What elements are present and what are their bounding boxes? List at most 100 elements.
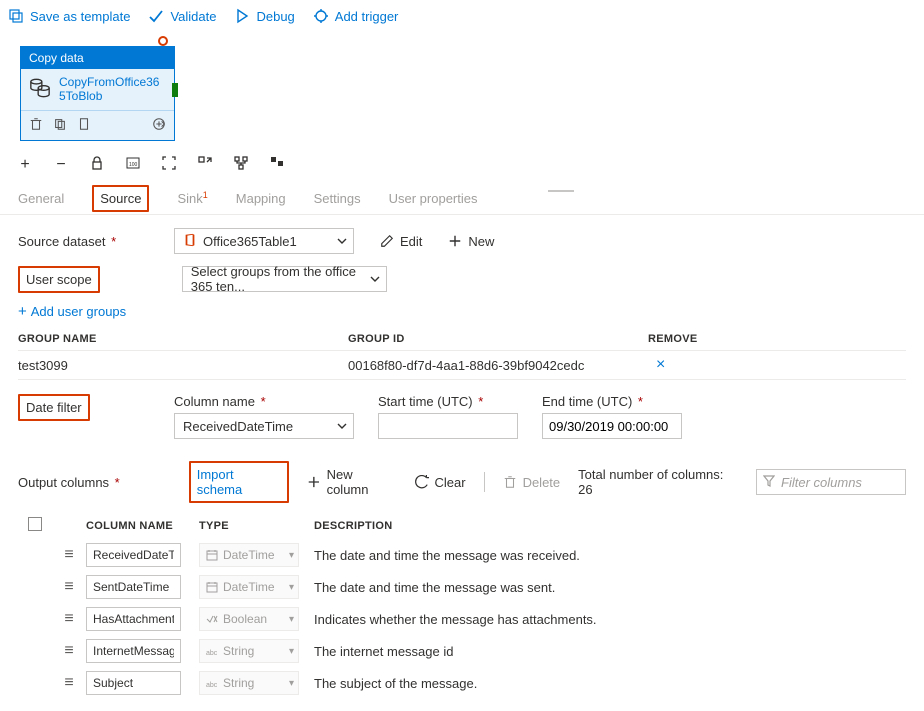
lock-icon[interactable] bbox=[88, 155, 106, 176]
activity-name-label: CopyFromOffice365ToBlob bbox=[59, 75, 166, 104]
panel-resize-handle[interactable] bbox=[548, 190, 574, 192]
group-id-header: Group ID bbox=[348, 333, 648, 345]
validation-error-indicator bbox=[158, 36, 168, 46]
auto-align-icon[interactable] bbox=[196, 155, 214, 176]
start-time-input[interactable] bbox=[378, 413, 518, 439]
svg-text:abc: abc bbox=[206, 682, 218, 689]
end-time-label: End time (UTC) * bbox=[542, 394, 682, 409]
remove-header: Remove bbox=[648, 333, 906, 345]
user-scope-dropdown[interactable]: Select groups from the office 365 ten... bbox=[182, 266, 387, 292]
calendar-icon bbox=[206, 581, 218, 593]
column-row: ≡DateTime▾The date and time the message … bbox=[18, 539, 906, 571]
column-name-input[interactable] bbox=[86, 639, 181, 663]
column-name-input[interactable] bbox=[86, 575, 181, 599]
debug-label: Debug bbox=[256, 9, 294, 24]
validate-label: Validate bbox=[170, 9, 216, 24]
column-name-dropdown[interactable]: ReceivedDateTime bbox=[174, 413, 354, 439]
copy-icon[interactable] bbox=[53, 117, 67, 134]
chevron-down-icon: ▾ bbox=[289, 582, 294, 593]
calendar-icon bbox=[206, 549, 218, 561]
start-time-label: Start time (UTC) * bbox=[378, 394, 518, 409]
drag-handle-icon[interactable]: ≡ bbox=[64, 610, 73, 627]
tab-general[interactable]: General bbox=[18, 185, 64, 212]
database-icon bbox=[29, 77, 51, 102]
column-type-dropdown[interactable]: Boolean▾ bbox=[199, 607, 299, 631]
string-icon: abc bbox=[206, 645, 218, 657]
column-description: Indicates whether the message has attach… bbox=[314, 612, 906, 627]
total-columns-label: Total number of columns: 26 bbox=[578, 467, 738, 497]
filter-icon bbox=[763, 475, 775, 490]
fit-100-icon[interactable]: 100 bbox=[124, 155, 142, 176]
layout-icon[interactable] bbox=[232, 155, 250, 176]
debug-button[interactable]: Debug bbox=[234, 8, 294, 24]
drag-handle-icon[interactable]: ≡ bbox=[64, 674, 73, 691]
group-name-cell: test3099 bbox=[18, 358, 348, 373]
column-name-label: Column name * bbox=[174, 394, 354, 409]
group-table: Group Name Group ID Remove test3099 0016… bbox=[18, 328, 906, 380]
validate-button[interactable]: Validate bbox=[148, 8, 216, 24]
drag-handle-icon[interactable]: ≡ bbox=[64, 546, 73, 563]
chevron-down-icon bbox=[337, 419, 347, 434]
select-all-checkbox[interactable] bbox=[28, 517, 42, 531]
highlight-date-filter: Date filter bbox=[18, 394, 90, 421]
tab-mapping[interactable]: Mapping bbox=[236, 185, 286, 212]
success-handle[interactable] bbox=[172, 83, 178, 97]
highlight-source: Source bbox=[92, 185, 149, 212]
column-type-dropdown[interactable]: DateTime▾ bbox=[199, 543, 299, 567]
copy-data-activity[interactable]: Copy data CopyFromOffice365ToBlob bbox=[20, 46, 175, 141]
divider bbox=[484, 472, 485, 492]
column-row: ≡DateTime▾The date and time the message … bbox=[18, 571, 906, 603]
column-name-input[interactable] bbox=[86, 607, 181, 631]
zoom-out-icon[interactable]: − bbox=[52, 156, 70, 174]
th-type: Type bbox=[199, 520, 314, 532]
snap-icon[interactable] bbox=[268, 155, 286, 176]
trigger-icon bbox=[313, 8, 329, 24]
tab-user-properties[interactable]: User properties bbox=[389, 185, 478, 212]
expand-icon[interactable] bbox=[152, 117, 166, 134]
column-description: The internet message id bbox=[314, 644, 906, 659]
import-schema-button[interactable]: Import schema bbox=[189, 461, 289, 503]
chevron-down-icon: ▾ bbox=[289, 646, 294, 657]
edit-dataset-button[interactable]: Edit bbox=[380, 234, 422, 249]
fit-screen-icon[interactable] bbox=[160, 155, 178, 176]
svg-text:100: 100 bbox=[129, 162, 138, 168]
delete-icon[interactable] bbox=[29, 117, 43, 134]
filter-columns-input[interactable]: Filter columns bbox=[756, 469, 906, 495]
zoom-in-icon[interactable]: + bbox=[16, 156, 34, 174]
column-name-input[interactable] bbox=[86, 671, 181, 695]
canvas-area: Copy data CopyFromOffice365ToBlob bbox=[0, 32, 924, 147]
svg-text:abc: abc bbox=[206, 650, 218, 657]
highlight-user-scope: User scope bbox=[18, 266, 100, 293]
user-scope-placeholder: Select groups from the office 365 ten... bbox=[191, 264, 364, 294]
column-description: The subject of the message. bbox=[314, 676, 906, 691]
tab-settings[interactable]: Settings bbox=[314, 185, 361, 212]
string-icon: abc bbox=[206, 677, 218, 689]
user-scope-label: User scope bbox=[18, 266, 100, 293]
th-column-name: Column Name bbox=[86, 520, 199, 532]
column-name-input[interactable] bbox=[86, 543, 181, 567]
th-description: Description bbox=[314, 520, 906, 532]
drag-handle-icon[interactable]: ≡ bbox=[64, 642, 73, 659]
column-type-dropdown[interactable]: abcString▾ bbox=[199, 671, 299, 695]
office365-icon bbox=[183, 233, 203, 250]
end-time-input[interactable] bbox=[542, 413, 682, 439]
drag-handle-icon[interactable]: ≡ bbox=[64, 578, 73, 595]
clone-icon[interactable] bbox=[77, 117, 91, 134]
column-type-dropdown[interactable]: abcString▾ bbox=[199, 639, 299, 663]
add-trigger-button[interactable]: Add trigger bbox=[313, 8, 399, 24]
save-as-template-button[interactable]: Save as template bbox=[8, 8, 130, 24]
remove-group-button[interactable]: × bbox=[656, 356, 665, 373]
column-type-dropdown[interactable]: DateTime▾ bbox=[199, 575, 299, 599]
source-dataset-label: Source dataset * bbox=[18, 234, 174, 249]
add-user-groups-button[interactable]: +Add user groups bbox=[18, 303, 906, 320]
clear-button[interactable]: Clear bbox=[415, 475, 466, 490]
new-column-button[interactable]: New column bbox=[307, 467, 397, 497]
column-row: ≡ abcString▾ The subject of the message. bbox=[18, 667, 906, 699]
save-template-label: Save as template bbox=[30, 9, 130, 24]
source-dataset-dropdown[interactable]: Office365Table1 bbox=[174, 228, 354, 254]
tab-sink[interactable]: Sink1 bbox=[177, 185, 207, 212]
chevron-down-icon bbox=[370, 272, 380, 287]
source-dataset-value: Office365Table1 bbox=[203, 234, 297, 249]
new-dataset-button[interactable]: New bbox=[448, 234, 494, 249]
tab-source[interactable]: Source bbox=[92, 179, 149, 218]
